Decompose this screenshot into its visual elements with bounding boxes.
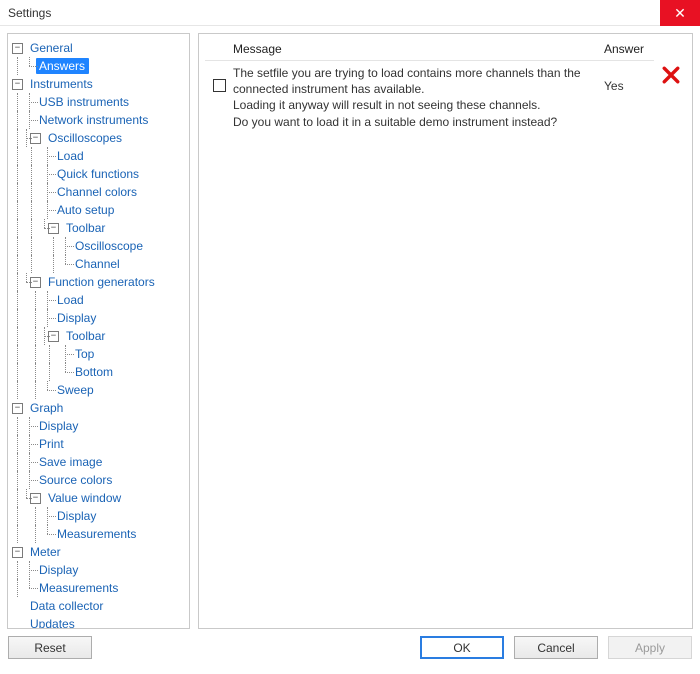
table-header: Message Answer [205,40,654,61]
close-icon: ✕ [674,6,686,20]
tree-node-vw-display[interactable]: Display [12,507,187,525]
row-checkbox[interactable] [213,79,226,92]
dialog-footer: Reset OK Cancel Apply [0,636,700,667]
tree-node-osc-load[interactable]: Load [12,147,187,165]
tree-node-channel-colors[interactable]: Channel colors [12,183,187,201]
tree-node-graph-print[interactable]: Print [12,435,187,453]
collapse-icon[interactable]: − [12,79,23,90]
tree-label: Measurements [54,526,140,542]
tree-label: Meter [27,544,65,560]
answers-table: Message Answer The setfile you are tryin… [205,40,654,134]
tree-label: Channel colors [54,184,141,200]
tree-node-data-collector[interactable]: Data collector [12,597,187,615]
tree-label: Sweep [54,382,98,398]
tree-node-osc-toolbar[interactable]: − Toolbar [12,219,187,237]
message-line: Loading it anyway will result in not see… [233,97,604,113]
tree-label: Display [36,562,82,578]
tree-node-quick-functions[interactable]: Quick functions [12,165,187,183]
tree-node-general[interactable]: − General [12,39,187,57]
tree-node-vw-measurements[interactable]: Measurements [12,525,187,543]
tree-label: Channel [72,256,124,272]
content-area: − General Answers − [0,26,700,636]
tree-label: General [27,40,77,56]
tree-node-graph-display[interactable]: Display [12,417,187,435]
tree-label: Display [54,508,100,524]
reset-button[interactable]: Reset [8,636,92,659]
tree-node-value-window[interactable]: − Value window [12,489,187,507]
tree-node-function-generators[interactable]: − Function generators [12,273,187,291]
tree-node-fg-bottom[interactable]: Bottom [12,363,187,381]
answers-panel: Message Answer The setfile you are tryin… [198,33,693,629]
tree-node-fg-sweep[interactable]: Sweep [12,381,187,399]
tree-label: Instruments [27,76,97,92]
close-button[interactable]: ✕ [660,0,700,26]
tree-node-fg-toolbar[interactable]: − Toolbar [12,327,187,345]
tree-node-fg-top[interactable]: Top [12,345,187,363]
tree-label: Load [54,148,88,164]
collapse-icon[interactable]: − [12,403,23,414]
window-title: Settings [8,6,51,20]
tree-node-usb-instruments[interactable]: USB instruments [12,93,187,111]
tree-label: Graph [27,400,67,416]
tree-label: Quick functions [54,166,143,182]
tree-node-answers[interactable]: Answers [12,57,187,75]
collapse-icon[interactable]: − [12,43,23,54]
tree-label: Save image [36,454,106,470]
column-header-message: Message [233,42,604,56]
tree-node-graph-source-colors[interactable]: Source colors [12,471,187,489]
tree-node-graph-save-image[interactable]: Save image [12,453,187,471]
message-line: The setfile you are trying to load conta… [233,65,604,81]
tree-label: Data collector [27,598,107,614]
tree-node-toolbar-oscilloscope[interactable]: Oscilloscope [12,237,187,255]
delete-icon [662,66,680,84]
tree-node-oscilloscopes[interactable]: − Oscilloscopes [12,129,187,147]
tree-label: Top [72,346,98,362]
table-row[interactable]: The setfile you are trying to load conta… [205,61,654,134]
message-line: Do you want to load it in a suitable dem… [233,114,604,130]
tree-label: Display [54,310,100,326]
tree-node-meter-display[interactable]: Display [12,561,187,579]
ok-button[interactable]: OK [420,636,504,659]
settings-tree[interactable]: − General Answers − [7,33,190,629]
tree-label: Network instruments [36,112,152,128]
apply-button[interactable]: Apply [608,636,692,659]
tree-label: Load [54,292,88,308]
tree-node-fg-display[interactable]: Display [12,309,187,327]
tree-node-toolbar-channel[interactable]: Channel [12,255,187,273]
column-header-answer: Answer [604,42,654,56]
collapse-icon[interactable]: − [12,547,23,558]
message-line: connected instrument has available. [233,81,604,97]
tree-label: Updates [27,616,79,629]
tree-node-graph[interactable]: − Graph [12,399,187,417]
tree-node-instruments[interactable]: − Instruments [12,75,187,93]
tree-node-updates[interactable]: Updates [12,615,187,629]
tree-label: Value window [45,490,125,506]
tree-node-meter[interactable]: − Meter [12,543,187,561]
tree-node-meter-measurements[interactable]: Measurements [12,579,187,597]
tree-label: Toolbar [63,220,109,236]
delete-button[interactable] [662,66,680,84]
tree-node-auto-setup[interactable]: Auto setup [12,201,187,219]
tree-node-fg-load[interactable]: Load [12,291,187,309]
tree-label: Auto setup [54,202,118,218]
tree-label: Source colors [36,472,116,488]
tree-label: Measurements [36,580,122,596]
tree-label: Toolbar [63,328,109,344]
answer-value: Yes [604,65,654,93]
tree-label: Function generators [45,274,159,290]
tree-label: Print [36,436,68,452]
tree-label: Display [36,418,82,434]
tree-label: Oscilloscope [72,238,147,254]
titlebar: Settings ✕ [0,0,700,26]
tree-label: Answers [36,58,89,74]
tree-label: Bottom [72,364,117,380]
message-text: The setfile you are trying to load conta… [233,65,604,130]
tree-label: USB instruments [36,94,133,110]
cancel-button[interactable]: Cancel [514,636,598,659]
tree-node-network-instruments[interactable]: Network instruments [12,111,187,129]
tree-label: Oscilloscopes [45,130,126,146]
